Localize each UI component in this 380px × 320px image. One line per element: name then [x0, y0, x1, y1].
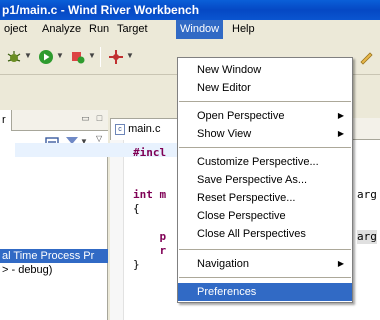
menu-item-label: Close All Perspectives — [197, 228, 306, 240]
menu-item-open-perspective[interactable]: Open Perspective ▶ — [178, 107, 352, 125]
menu-item-label: Reset Perspective... — [197, 192, 296, 204]
code-line-6: r — [133, 244, 167, 257]
pencil-icon[interactable] — [358, 49, 374, 65]
code-fragment-2: arg — [357, 230, 377, 244]
minimize-icon[interactable]: ▭ — [80, 113, 91, 123]
menu-item-save-perspective[interactable]: Save Perspective As... — [178, 171, 352, 189]
chevron-down-icon[interactable]: ▼ — [24, 51, 32, 60]
menu-item-new-editor[interactable]: New Editor — [178, 79, 352, 97]
menu-item-label: Preferences — [197, 286, 257, 298]
chevron-down-icon[interactable]: ▼ — [56, 51, 64, 60]
submenu-arrow-icon: ▶ — [337, 259, 344, 268]
menu-item-close-all-perspectives[interactable]: Close All Perspectives — [178, 225, 352, 243]
menu-item-label: New Editor — [197, 82, 251, 94]
menu-item-reset-perspective[interactable]: Reset Perspective... — [178, 189, 352, 207]
chevron-down-icon[interactable]: ▼ — [88, 51, 96, 60]
editor-tab-label: main.c — [128, 123, 161, 135]
target-icon[interactable] — [108, 49, 124, 65]
menu-separator — [179, 249, 351, 250]
menu-project[interactable]: oject — [0, 20, 31, 39]
submenu-arrow-icon: ▶ — [337, 111, 344, 120]
menu-target[interactable]: Target — [113, 20, 152, 39]
tree-item-debug[interactable]: > - debug) — [0, 263, 108, 277]
submenu-arrow-icon: ▶ — [337, 129, 344, 138]
menu-item-label: Save Perspective As... — [197, 174, 308, 186]
menu-item-close-perspective[interactable]: Close Perspective — [178, 207, 352, 225]
code-line-4: { — [133, 202, 140, 215]
menu-analyze[interactable]: Analyze — [38, 20, 85, 39]
code-line-7: } — [133, 258, 140, 271]
title-bar: p1/main.c - Wind River Workbench — [0, 0, 380, 20]
menu-separator — [179, 147, 351, 148]
menu-run[interactable]: Run — [85, 20, 113, 39]
view-menu-icon[interactable]: ▽ — [96, 134, 102, 143]
code-fragment-1: arg — [357, 188, 377, 201]
c-file-icon: c — [115, 123, 125, 135]
left-view-tab[interactable]: r — [0, 110, 12, 131]
code-line-5: p — [133, 230, 167, 243]
menu-item-preferences[interactable]: Preferences — [178, 283, 352, 301]
menu-help[interactable]: Help — [228, 20, 259, 39]
menu-window[interactable]: Window — [176, 20, 224, 39]
menu-item-customize-perspective[interactable]: Customize Perspective... — [178, 153, 352, 171]
menu-item-label: Show View — [197, 128, 252, 140]
editor-gutter — [110, 140, 124, 320]
window-menu-dropdown: New Window New Editor Open Perspective ▶ … — [177, 57, 353, 303]
menu-item-label: Customize Perspective... — [197, 156, 319, 168]
external-tools-icon[interactable] — [70, 49, 86, 65]
toolbar-separator — [100, 47, 101, 67]
menu-item-new-window[interactable]: New Window — [178, 61, 352, 79]
menu-bar: oject Analyze Run Target Window Help — [0, 20, 380, 39]
menu-item-label: New Window — [197, 64, 262, 76]
menu-item-label: Navigation — [197, 258, 249, 270]
code-line-3: int m — [133, 188, 167, 201]
menu-item-label: Open Perspective — [197, 110, 285, 122]
code-line-1: #incl — [133, 146, 167, 159]
maximize-icon[interactable]: □ — [94, 113, 105, 123]
left-view-tabbar: r ▭ □ — [0, 110, 108, 131]
tree-item-process[interactable]: al Time Process Pr — [0, 249, 108, 263]
menu-item-navigation[interactable]: Navigation ▶ — [178, 255, 352, 273]
window-title: p1/main.c - Wind River Workbench — [2, 3, 200, 17]
menu-separator — [179, 101, 351, 102]
chevron-down-icon[interactable]: ▼ — [126, 51, 134, 60]
menu-separator — [179, 277, 351, 278]
debug-icon[interactable] — [6, 49, 22, 65]
menu-item-label: Close Perspective — [197, 210, 286, 222]
menu-item-show-view[interactable]: Show View ▶ — [178, 125, 352, 143]
run-icon[interactable] — [38, 49, 54, 65]
editor-tab-main[interactable]: c main.c — [110, 118, 180, 140]
